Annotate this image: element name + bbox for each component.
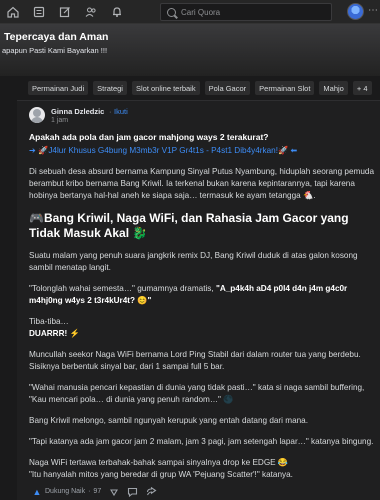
- search-placeholder: Cari Quora: [181, 7, 221, 17]
- topic-chip[interactable]: Pola Gacor: [204, 81, 251, 95]
- share-icon: [147, 486, 157, 495]
- paragraph: "Tapi katanya ada jam gacor jam 2 malam,…: [29, 437, 374, 446]
- paragraph-text: "Tolonglah wahai semesta…" gumamnya dram…: [29, 284, 216, 293]
- post-card: Ginna Dzledzic · Ikuti 1 jam Apakah ada …: [17, 100, 380, 500]
- post-body: Apakah ada pola dan jam gacor mahjong wa…: [29, 131, 375, 481]
- paragraph: Bang Kriwil melongo, sambil ngunyah keru…: [29, 416, 309, 425]
- paragraph-bold: DUARRR! ⚡: [29, 329, 80, 338]
- paragraph: "Tolonglah wahai semesta…" gumamnya dram…: [29, 283, 375, 307]
- upvote-button[interactable]: ▲ Dukung Naik · 97: [29, 486, 102, 497]
- author-avatar[interactable]: [29, 107, 45, 123]
- paragraph: Suatu malam yang penuh suara jangkrik re…: [29, 251, 358, 272]
- paragraph: "Itu hanyalah mitos yang beredar di grup…: [29, 470, 293, 479]
- more-icon[interactable]: ⋯: [368, 5, 378, 16]
- search-input[interactable]: Cari Quora: [160, 3, 332, 21]
- upvote-icon: ▲: [32, 486, 42, 497]
- user-avatar[interactable]: [347, 3, 364, 20]
- post-time[interactable]: 1 jam: [51, 117, 68, 124]
- post-action-bar: ▲ Dukung Naik · 97: [17, 483, 380, 500]
- downvote-button[interactable]: [109, 487, 119, 497]
- people-icon[interactable]: [78, 0, 104, 24]
- topic-chip[interactable]: Permainan Slot: [255, 81, 315, 95]
- space-subtitle: apapun Pasti Kami Bayarkan !!!: [2, 46, 108, 55]
- author-name[interactable]: Ginna Dzledzic: [51, 107, 104, 116]
- paragraph: Di sebuah desa absurd bernama Kampung Si…: [29, 167, 375, 200]
- home-icon[interactable]: [0, 0, 26, 24]
- downvote-icon: [110, 488, 119, 496]
- share-button[interactable]: [146, 486, 157, 497]
- question-title[interactable]: Apakah ada pola dan jam gacor mahjong wa…: [29, 131, 375, 143]
- topic-chips: Permainan Judi Strategi Slot online terb…: [28, 81, 380, 97]
- space-title: Tepercaya dan Aman: [4, 31, 109, 43]
- upvote-count: 97: [93, 488, 102, 495]
- topic-chip[interactable]: Mahjo: [319, 81, 348, 95]
- edit-icon[interactable]: [52, 0, 78, 24]
- comment-icon: [128, 487, 138, 497]
- separator: ·: [109, 107, 112, 116]
- space-header-banner: Tepercaya dan Aman apapun Pasti Kami Bay…: [0, 24, 380, 76]
- topic-chip[interactable]: Slot online terbaik: [131, 81, 200, 95]
- post-heading: 🎮Bang Kriwil, Naga WiFi, dan Rahasia Jam…: [29, 211, 349, 240]
- upvote-label: Dukung Naik: [45, 488, 86, 495]
- paragraph: "Wahai manusia pencari kepastian di duni…: [29, 383, 365, 404]
- comment-button[interactable]: [127, 487, 138, 497]
- topic-chip[interactable]: Permainan Judi: [28, 81, 89, 95]
- topic-chip[interactable]: Strategi: [93, 81, 127, 95]
- promo-link[interactable]: ➔ 🚀J4lur Khusus G4bung M3mb3r V1P Gr4t1s…: [29, 145, 375, 157]
- more-topics-chip[interactable]: + 4: [352, 81, 372, 95]
- bell-icon[interactable]: [104, 0, 130, 24]
- separator: ·: [88, 488, 91, 495]
- top-navbar: Cari Quora ⋯: [0, 0, 380, 24]
- follow-link[interactable]: Ikuti: [114, 107, 128, 116]
- search-icon: [167, 7, 176, 17]
- paragraph: Muncullah seekor Naga WiFi bernama Lord …: [29, 350, 361, 371]
- paragraph: Tiba-tiba…: [29, 317, 69, 326]
- list-icon[interactable]: [26, 0, 52, 24]
- paragraph: Naga WiFi tertawa terbahak-bahak sampai …: [29, 458, 289, 467]
